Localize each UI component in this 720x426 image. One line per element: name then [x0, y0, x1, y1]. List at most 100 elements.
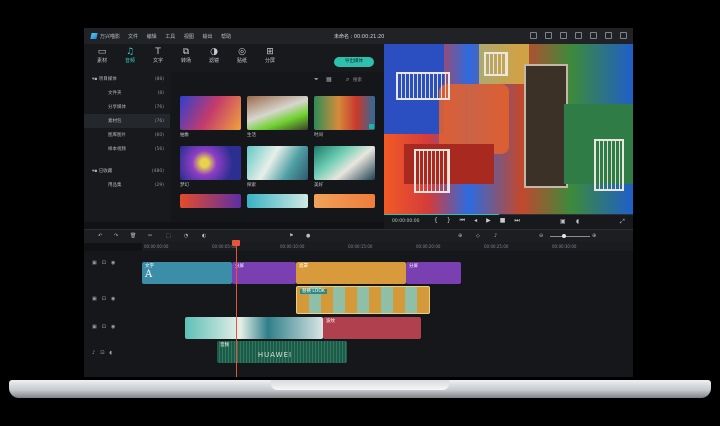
- record-icon[interactable]: ●: [306, 233, 310, 239]
- mute-icon[interactable]: ◖: [109, 350, 112, 356]
- mask-clip[interactable]: 遮罩: [296, 262, 406, 284]
- transition-clip[interactable]: 波纹: [323, 317, 421, 339]
- split-screen-icon: ⊞: [266, 47, 274, 57]
- search-icon[interactable]: ⌕: [346, 76, 349, 84]
- menu-tools[interactable]: 工具: [165, 34, 175, 40]
- lid-notch: [271, 380, 449, 390]
- lock-icon[interactable]: ⊡: [102, 296, 106, 302]
- fullscreen-icon[interactable]: ⤢: [620, 218, 625, 226]
- sidebar-item-favorites[interactable]: ▾▪ 已收藏 (480): [84, 164, 170, 178]
- selected-check-icon: [369, 124, 374, 129]
- mark-out-icon[interactable]: }: [447, 217, 451, 225]
- import-media-button[interactable]: 导出媒体: [334, 57, 374, 67]
- media-sidebar: ▾▪ 项目媒体 (88) 文件夹 (8) 分享媒体 (76) 素材包 (76) 图库图片…: [84, 72, 170, 222]
- video-clip[interactable]: [185, 317, 323, 339]
- sidebar-item-count: (76): [154, 104, 164, 110]
- grid-view-icon[interactable]: ▦: [326, 76, 332, 83]
- sidebar-item-sample-videos[interactable]: 样本视频 (56): [84, 142, 170, 156]
- notification-icon[interactable]: [560, 32, 567, 39]
- eye-icon[interactable]: ◉: [111, 296, 115, 302]
- play-icon[interactable]: ▶: [486, 217, 491, 225]
- tab-split-screen[interactable]: ⊞ 分屏: [256, 47, 284, 64]
- tab-transition[interactable]: ⧉ 转场: [172, 47, 200, 64]
- color-icon[interactable]: ◐: [202, 233, 206, 239]
- video-preview[interactable]: [384, 44, 633, 215]
- cart-icon[interactable]: [530, 32, 537, 39]
- menu-export[interactable]: 输出: [202, 34, 212, 40]
- add-icon[interactable]: ⊕: [458, 233, 462, 239]
- microphone-icon[interactable]: ♪: [494, 233, 497, 239]
- previous-frame-icon[interactable]: ⏮: [460, 217, 465, 225]
- stop-icon[interactable]: ■: [500, 217, 506, 225]
- filter-icon[interactable]: ⏷: [314, 76, 319, 84]
- next-frame-icon[interactable]: ⏭: [514, 217, 519, 225]
- zoom-slider[interactable]: [550, 236, 590, 237]
- redo-icon[interactable]: ↷: [114, 233, 118, 239]
- media-thumb[interactable]: [247, 194, 308, 208]
- tab-filter[interactable]: ◑ 滤镜: [200, 47, 228, 64]
- close-icon[interactable]: [620, 32, 627, 39]
- shield-icon[interactable]: ◇: [476, 233, 480, 239]
- timeline-ruler[interactable]: 00:00:00:00 00:00:05:00 00:00:10:00 00:0…: [142, 242, 633, 251]
- lut-clip[interactable]: 替换 LOOK: [296, 286, 430, 314]
- tab-media[interactable]: ▭ 素材: [88, 47, 116, 64]
- media-thumb[interactable]: [314, 194, 375, 208]
- tab-label: 滤镜: [208, 58, 219, 64]
- media-thumb[interactable]: [314, 146, 375, 180]
- sidebar-item-folder[interactable]: 文件夹 (8): [84, 86, 170, 100]
- split-screen-clip[interactable]: 分屏: [232, 262, 296, 284]
- zoom-knob[interactable]: [562, 234, 566, 238]
- cut-icon[interactable]: ✂: [148, 233, 152, 239]
- eye-icon[interactable]: ◉: [111, 324, 115, 330]
- lock-icon[interactable]: ⊡: [102, 324, 106, 330]
- volume-icon[interactable]: ◖: [576, 218, 579, 225]
- rewind-icon[interactable]: ◂: [474, 217, 477, 225]
- zoom-in-icon[interactable]: ⊕: [592, 233, 596, 239]
- speed-icon[interactable]: ◔: [184, 233, 188, 239]
- zoom-out-icon[interactable]: ⊖: [539, 233, 543, 239]
- menu-help[interactable]: 帮助: [221, 34, 231, 40]
- sidebar-item-shared-media[interactable]: 分享媒体 (76): [84, 100, 170, 114]
- sidebar-item-project-media[interactable]: ▾▪ 项目媒体 (88): [84, 72, 170, 86]
- marker-icon[interactable]: ⚑: [289, 233, 293, 239]
- sidebar-item-count: (480): [151, 168, 164, 174]
- screenshot-icon[interactable]: ▣: [560, 218, 566, 225]
- tab-audio[interactable]: ♫ 音频: [116, 47, 144, 64]
- media-thumb[interactable]: [247, 96, 308, 130]
- thumb-label: 美好: [314, 183, 323, 188]
- tab-sticker[interactable]: ◎ 贴纸: [228, 47, 256, 64]
- maximize-icon[interactable]: [605, 32, 612, 39]
- media-thumb[interactable]: [180, 146, 241, 180]
- undo-icon[interactable]: ↶: [98, 233, 102, 239]
- text-clip[interactable]: 文字 A: [142, 262, 232, 284]
- delete-icon[interactable]: 🗑: [130, 233, 136, 239]
- media-thumb[interactable]: [180, 96, 241, 130]
- save-icon[interactable]: [575, 32, 582, 39]
- menu-bar: 文件 编辑 工具 视图 输出 帮助: [128, 33, 238, 40]
- lock-icon[interactable]: ⊡: [102, 260, 106, 266]
- tab-text[interactable]: T 文字: [144, 47, 172, 64]
- minimize-icon[interactable]: [590, 32, 597, 39]
- search-input[interactable]: 搜索: [353, 77, 362, 83]
- account-icon[interactable]: [545, 32, 552, 39]
- menu-view[interactable]: 视图: [184, 34, 194, 40]
- split-screen-clip[interactable]: 分屏: [406, 262, 461, 284]
- media-thumb[interactable]: [314, 96, 375, 130]
- sidebar-item-collection[interactable]: 用品集 (29): [84, 178, 170, 192]
- sidebar-item-asset-pack[interactable]: 素材包 (76): [84, 114, 170, 128]
- crop-icon[interactable]: ⬚: [166, 233, 171, 239]
- ruler-tick: 00:00:25:00: [484, 244, 509, 249]
- menu-edit[interactable]: 编辑: [147, 34, 157, 40]
- media-thumb[interactable]: [180, 194, 241, 208]
- media-library: ⏷ ▦ ⌕ 搜索 抽象 生活 时间 梦幻 探索 美好: [170, 72, 384, 222]
- lock-icon[interactable]: ⊡: [100, 350, 104, 356]
- mark-in-icon[interactable]: {: [434, 217, 438, 225]
- eye-icon[interactable]: ◉: [111, 260, 115, 266]
- sidebar-item-stock-images[interactable]: 图库图片 (60): [84, 128, 170, 142]
- menu-file[interactable]: 文件: [128, 34, 138, 40]
- filter-icon: ◑: [210, 47, 218, 57]
- playhead[interactable]: [236, 242, 237, 377]
- track-header: ▣ ⊡ ◉: [84, 251, 150, 275]
- media-thumb[interactable]: [247, 146, 308, 180]
- tab-label: 素材: [96, 58, 107, 64]
